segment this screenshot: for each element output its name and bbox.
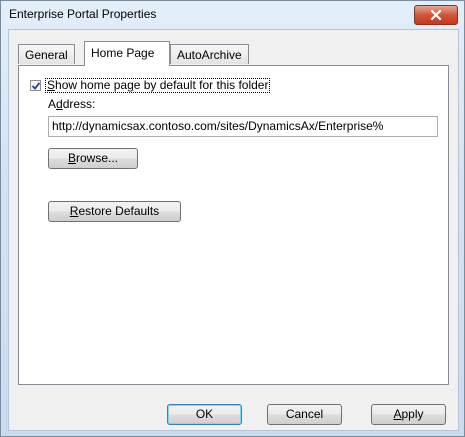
- close-button[interactable]: [414, 5, 458, 25]
- window-title: Enterprise Portal Properties: [9, 7, 157, 21]
- address-input[interactable]: http://dynamicsax.contoso.com/sites/Dyna…: [48, 116, 438, 137]
- show-home-page-label-text: how home page by default for this folder: [55, 78, 269, 92]
- cancel-button[interactable]: Cancel: [267, 404, 342, 425]
- address-label-accesskey: d: [56, 97, 63, 111]
- tab-autoarchive[interactable]: AutoArchive: [170, 44, 249, 64]
- show-home-page-checkbox[interactable]: [30, 80, 41, 91]
- dialog-client-area: General Home Page AutoArchive Show home …: [8, 29, 459, 431]
- address-label-pre: A: [48, 97, 57, 111]
- tab-home-page[interactable]: Home Page: [84, 41, 170, 66]
- restore-defaults-button[interactable]: Restore Defaults: [48, 201, 181, 222]
- address-label: Address:: [48, 97, 95, 111]
- title-bar[interactable]: Enterprise Portal Properties: [1, 1, 464, 29]
- apply-button[interactable]: Apply: [371, 404, 446, 425]
- ok-button[interactable]: OK: [167, 404, 242, 425]
- browse-button-label: rowse...: [76, 151, 119, 165]
- browse-button[interactable]: Browse...: [48, 148, 138, 169]
- close-icon: [430, 10, 442, 20]
- tab-general[interactable]: General: [18, 44, 75, 64]
- restore-defaults-label: estore Defaults: [78, 204, 160, 218]
- browse-button-accesskey: B: [67, 151, 76, 165]
- apply-button-label: pply: [401, 407, 424, 421]
- dialog-window: Enterprise Portal Properties General Hom…: [0, 0, 465, 437]
- show-home-page-checkbox-row[interactable]: Show home page by default for this folde…: [30, 78, 271, 93]
- show-home-page-label-accesskey: S: [47, 78, 56, 92]
- tab-general-label: General: [25, 48, 68, 62]
- tab-autoarchive-label: AutoArchive: [177, 48, 242, 62]
- home-page-panel: Show home page by default for this folde…: [18, 65, 449, 385]
- address-label-post: dress:: [62, 97, 96, 111]
- show-home-page-label: Show home page by default for this folde…: [45, 78, 271, 93]
- apply-button-accesskey: A: [393, 407, 402, 421]
- tab-home-page-label: Home Page: [91, 46, 155, 60]
- checkmark-icon: [31, 82, 41, 90]
